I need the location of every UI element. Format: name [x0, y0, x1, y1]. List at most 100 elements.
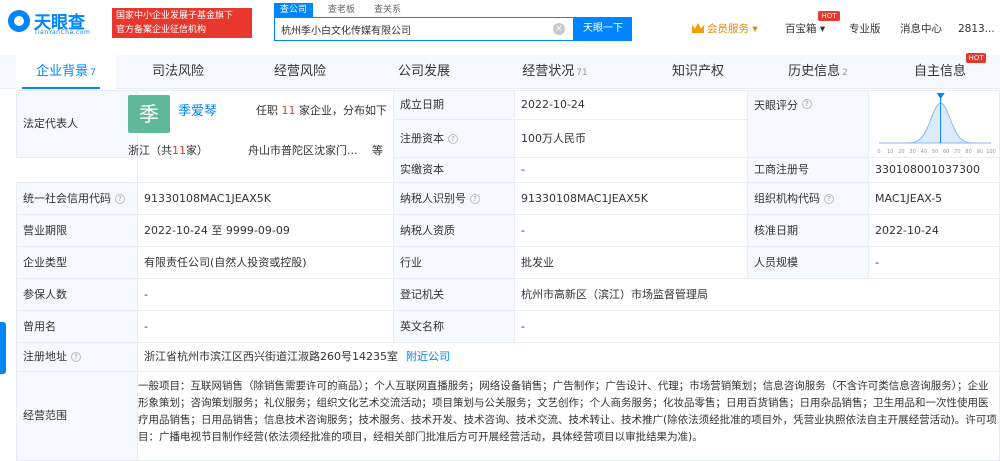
insured-label: 参保人数 [23, 287, 67, 301]
search-tab-company[interactable]: 查公司 [274, 3, 314, 17]
x-tick-label: 0 [877, 149, 880, 155]
rep-company-count[interactable]: 11 [282, 104, 296, 117]
avatar[interactable]: 季 [128, 95, 170, 133]
help-icon[interactable]: ? [470, 193, 480, 204]
former-value: - [144, 319, 148, 333]
rep-position-info: 任职 11 家企业，分布如下 [256, 102, 387, 118]
search-tab-boss[interactable]: 查老板 [322, 3, 361, 17]
tab-label: 自主信息 [913, 64, 966, 79]
former-value-cell: - [137, 310, 394, 343]
insured-value: - [144, 287, 148, 301]
tab-label: 企业背景 [36, 64, 89, 79]
x-tick-label: 80 [965, 149, 971, 155]
taxq-label: 纳税人资质 [400, 223, 455, 237]
tab-label: 经营状况 [522, 64, 575, 79]
close-icon[interactable]: × [553, 23, 565, 35]
rep-province[interactable]: 浙江（共11家） [128, 142, 208, 158]
help-icon[interactable]: ? [115, 193, 125, 204]
treasure-box-menu[interactable]: 百宝箱 ▾ [785, 20, 825, 38]
authority-value-cell: 杭州市高新区（滨江）市场监督管理局 [514, 278, 1000, 311]
distribution-area [879, 102, 991, 144]
tab-count: 71 [576, 68, 588, 78]
capital-label-cell: 注册资本? [393, 119, 515, 158]
slogan-line2: 官方备案企业征信机构 [116, 25, 207, 35]
industry-label-cell: 行业 [393, 246, 515, 279]
hot-badge: HOT [966, 53, 986, 63]
insured-label-cell: 参保人数 [16, 278, 138, 311]
x-tick-label: 100 [986, 149, 996, 155]
tab-company-development[interactable]: 公司发展 [374, 55, 474, 89]
help-icon[interactable]: ? [448, 133, 458, 144]
credit-label: 统一社会信用代码 [23, 191, 111, 205]
credit-label-cell: 统一社会信用代码? [16, 182, 138, 215]
rep-etc: 等 [372, 144, 383, 157]
header: 天眼查 TianYanCha.com 国家中小企业发展子基金旗下 官方备案企业征… [0, 0, 1000, 50]
section-tabs: 企业背景 7 司法风险 经营风险 公司发展 经营状况 71 知识产权 历史信息 2 自… [0, 55, 1000, 89]
address-label-cell: 注册地址? [16, 342, 138, 372]
nearby-companies-link[interactable]: 附近公司 [406, 350, 450, 364]
tab-count: 2 [842, 68, 848, 78]
legal-rep-name[interactable]: 季爱琴 [178, 100, 217, 119]
hot-badge: HOT [818, 11, 840, 21]
side-float-handle[interactable] [0, 322, 6, 374]
business-scope-text: 一般项目：互联网销售（除销售需要许可的商品）；个人互联网直播服务；网络设备销售；… [138, 380, 997, 443]
tab-label: 经营风险 [273, 64, 326, 79]
capital-label: 注册资本 [400, 131, 444, 145]
en-value-cell: - [514, 310, 1000, 343]
tab-enterprise-background[interactable]: 企业背景 7 [16, 55, 116, 89]
approve-value: 2022-10-24 [875, 223, 939, 237]
authority-label-cell: 登记机关 [393, 278, 515, 311]
founded-value-cell: 2022-10-24 [514, 90, 748, 120]
org-label-cell: 组织机构代码? [747, 182, 869, 215]
taxq-value: - [521, 223, 525, 237]
paid-label-cell: 实缴资本 [393, 157, 515, 183]
x-tick-label: 10 [887, 149, 893, 155]
pro-version-link[interactable]: 专业版 [849, 20, 881, 38]
tax-label: 纳税人识别号 [400, 191, 466, 205]
user-menu[interactable]: 2813... [958, 20, 995, 38]
tab-business-risk[interactable]: 经营风险 [250, 55, 350, 89]
taxq-value-cell: - [514, 214, 748, 247]
staff-label-cell: 人员规模 [747, 246, 869, 279]
term-label: 营业期限 [23, 223, 67, 237]
tab-judicial-risk[interactable]: 司法风险 [128, 55, 228, 89]
chevron-down-icon: ▾ [752, 23, 758, 35]
industry-value: 批发业 [521, 255, 554, 269]
rep-info-suffix: 家企业，分布如下 [299, 104, 387, 117]
en-value: - [521, 319, 525, 333]
x-tick-label: 70 [954, 149, 960, 155]
en-label: 英文名称 [400, 319, 444, 333]
help-icon[interactable]: ? [71, 352, 81, 362]
type-label-cell: 企业类型 [16, 246, 138, 279]
search-button[interactable]: 天眼一下 [574, 17, 632, 41]
search-tab-relation[interactable]: 查关系 [368, 3, 407, 17]
tab-label: 公司发展 [397, 64, 450, 79]
scope-label: 经营范围 [23, 409, 67, 422]
founded-label: 成立日期 [400, 98, 444, 111]
tab-label: 司法风险 [151, 64, 204, 79]
tax-value-cell: 91330108MAC1JEAX5K [514, 182, 748, 215]
term-value-cell: 2022-10-24 至 9999-09-09 [137, 214, 394, 247]
score-label: 天眼评分 [754, 99, 798, 112]
rep-location[interactable]: 舟山市普陀区沈家门... [248, 142, 358, 158]
x-tick-label: 30 [909, 149, 915, 155]
help-icon[interactable]: ? [824, 193, 834, 204]
tab-business-status[interactable]: 经营状况 71 [500, 55, 610, 89]
authority-value: 杭州市高新区（滨江）市场监督管理局 [521, 287, 708, 301]
vip-label: 会员服务 [707, 23, 749, 35]
message-center-link[interactable]: 消息中心 [900, 20, 942, 38]
type-value-cell: 有限责任公司(自然人投资或控股) [137, 246, 394, 279]
address-value-cell: 浙江省杭州市滨江区西兴街道江淑路260号14235室 附近公司 [137, 342, 1000, 372]
help-icon[interactable]: ? [802, 99, 812, 109]
tab-history[interactable]: 历史信息 2 [768, 55, 868, 89]
tab-intellectual-property[interactable]: 知识产权 [648, 55, 748, 89]
search-input[interactable] [275, 18, 545, 40]
logo[interactable]: 天眼查 TianYanCha.com [8, 8, 108, 38]
vip-service-menu[interactable]: 会员服务 ▾ [692, 20, 758, 38]
staff-label: 人员规模 [754, 255, 798, 269]
active-tab-indicator [22, 87, 100, 89]
x-tick-label: 40 [921, 149, 927, 155]
tab-label: 历史信息 [788, 64, 841, 79]
treasure-label: 百宝箱 [785, 23, 817, 35]
search-box: × [274, 17, 574, 41]
